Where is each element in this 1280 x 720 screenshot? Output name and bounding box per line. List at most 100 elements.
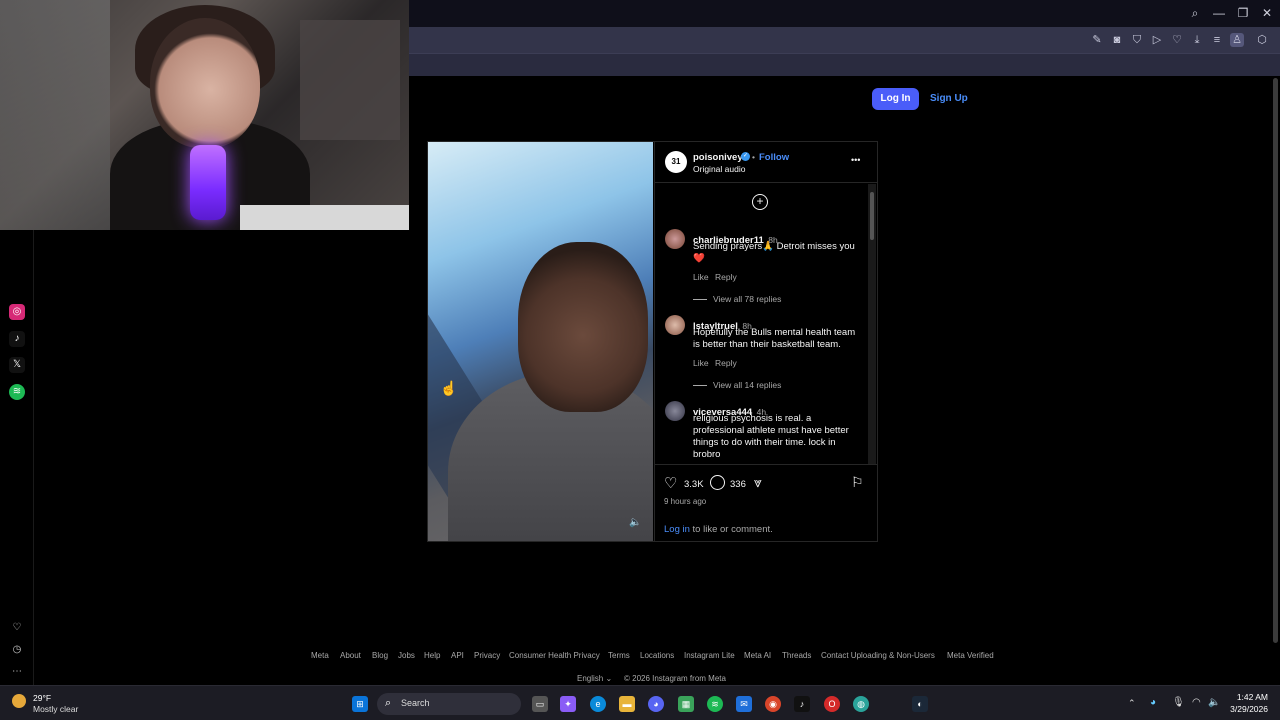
windows-taskbar — [0, 685, 1280, 720]
profile-icon[interactable]: ♙ — [1230, 33, 1244, 47]
globe-icon[interactable]: ◍ — [853, 696, 869, 712]
like-comment-button[interactable]: Like — [693, 358, 709, 368]
share-icon[interactable]: ⩔ — [754, 474, 762, 491]
task-view-icon[interactable]: ▭ — [532, 696, 548, 712]
menu-icon[interactable]: ≡ — [1210, 33, 1224, 47]
more-options-icon[interactable]: ••• — [851, 155, 860, 165]
tray-chevron-icon[interactable]: ⌃ — [1128, 698, 1136, 709]
footer-link[interactable]: Jobs — [398, 651, 415, 660]
follow-button[interactable]: Follow — [759, 152, 789, 163]
comments-scrollbar[interactable] — [868, 184, 876, 464]
footer-link[interactable]: Contact Uploading & Non-Users — [821, 651, 935, 660]
microphone-icon[interactable]: 🎙 — [1172, 697, 1185, 708]
steam-icon[interactable]: ◐ — [912, 696, 928, 712]
login-link[interactable]: Log in — [664, 524, 690, 535]
tiktok-icon[interactable]: ♪ — [9, 331, 25, 347]
footer-link[interactable]: Help — [424, 651, 440, 660]
add-comment-icon[interactable]: + — [752, 194, 768, 210]
restore-button[interactable]: ❐ — [1234, 4, 1252, 22]
footer-link[interactable]: Terms — [608, 651, 630, 660]
poster-avatar[interactable]: 31 — [665, 151, 687, 173]
search-box[interactable]: ⌕ Search — [377, 693, 521, 715]
like-count: 3.3K — [684, 479, 704, 490]
signup-link[interactable]: Sign Up — [930, 93, 968, 104]
footer-link[interactable]: Locations — [640, 651, 674, 660]
comment-avatar[interactable] — [665, 315, 685, 335]
comment-avatar[interactable] — [665, 401, 685, 421]
page-scrollbar[interactable] — [1271, 76, 1280, 685]
comment-text: religious psychosis is real. a professio… — [693, 413, 849, 460]
post-video[interactable] — [428, 142, 653, 541]
footer-link[interactable]: Privacy — [474, 651, 500, 660]
footer-link[interactable]: Threads — [782, 651, 811, 660]
shield-icon[interactable]: ⛉ — [1130, 33, 1144, 47]
microphone-image — [190, 145, 226, 220]
divider — [655, 182, 877, 183]
copilot-icon[interactable]: ✦ — [560, 696, 576, 712]
close-button[interactable]: ✕ — [1258, 4, 1276, 22]
folder-icon[interactable]: ▬ — [619, 696, 635, 712]
reply-button[interactable]: Reply — [715, 272, 737, 282]
heart-icon[interactable]: ♡ — [9, 620, 25, 636]
browser-tabbar — [409, 53, 1280, 76]
footer-link[interactable]: Meta Verified — [947, 651, 994, 660]
poster-username[interactable]: poisonivey — [693, 152, 743, 163]
discord-icon[interactable]: ◕ — [648, 696, 664, 712]
comment-text: Sending prayers🙏 Detroit misses you ❤️ — [693, 241, 855, 264]
footer-link[interactable]: Meta AI — [744, 651, 771, 660]
footer-link[interactable]: Meta — [311, 651, 329, 660]
play-icon[interactable]: ▷ — [1150, 33, 1164, 47]
tiktok-icon[interactable]: ♪ — [794, 696, 810, 712]
edit-icon[interactable]: ✎ — [1090, 33, 1104, 47]
more-icon[interactable]: ⋯ — [9, 664, 25, 680]
search-icon[interactable]: ⌕ — [1186, 4, 1204, 22]
x-icon[interactable]: 𝕏 — [9, 357, 25, 373]
view-replies-button[interactable]: View all 78 replies — [693, 294, 781, 304]
clock-time[interactable]: 1:42 AM — [1226, 692, 1268, 702]
tray-app-icon[interactable]: ◕ — [1150, 697, 1156, 708]
like-icon[interactable]: ♡ — [664, 474, 677, 492]
history-icon[interactable]: ◷ — [9, 642, 25, 658]
clock-date[interactable]: 3/29/2026 — [1226, 704, 1268, 714]
comment-icon[interactable] — [710, 475, 725, 490]
divider — [655, 464, 877, 465]
comment-avatar[interactable] — [665, 229, 685, 249]
weather-temp: 29°F — [33, 693, 52, 703]
store-icon[interactable]: ▦ — [678, 696, 694, 712]
post-time: 9 hours ago — [664, 497, 707, 506]
verified-icon: ✓ — [741, 152, 750, 161]
footer-link[interactable]: Instagram Lite — [684, 651, 735, 660]
download-icon[interactable]: ⤓ — [1190, 33, 1204, 47]
weather-icon[interactable] — [12, 694, 26, 708]
start-icon[interactable]: ⊞ — [352, 696, 368, 712]
opera-icon[interactable]: O — [824, 696, 840, 712]
audio-label[interactable]: Original audio — [693, 164, 745, 174]
language-select[interactable]: English ⌄ — [577, 674, 612, 683]
footer-link[interactable]: Blog — [372, 651, 388, 660]
reply-button[interactable]: Reply — [715, 358, 737, 368]
camera-icon[interactable]: ◙ — [1110, 33, 1124, 47]
view-replies-button[interactable]: View all 14 replies — [693, 380, 781, 390]
footer-link[interactable]: About — [340, 651, 361, 660]
login-button[interactable]: Log In — [872, 88, 919, 110]
edge-icon[interactable]: e — [590, 696, 606, 712]
browser-titlebar — [409, 0, 1280, 27]
footer-link[interactable]: API — [451, 651, 464, 660]
search-label: Search — [401, 698, 430, 708]
volume-icon[interactable]: 🔈 — [1208, 697, 1220, 708]
chrome-icon[interactable]: ◉ — [765, 696, 781, 712]
minimize-button[interactable]: — — [1210, 4, 1228, 22]
spotify-icon[interactable]: ≋ — [9, 384, 25, 400]
volume-icon[interactable]: 🔈 — [629, 517, 641, 528]
comment-text: Hopefully the Bulls mental health team i… — [693, 327, 856, 350]
mail-icon[interactable]: ✉ — [736, 696, 752, 712]
login-prompt: Log in to like or comment. — [664, 524, 773, 535]
spotify-icon[interactable]: ≋ — [707, 696, 723, 712]
wifi-icon[interactable]: ◠ — [1192, 697, 1201, 708]
like-comment-button[interactable]: Like — [693, 272, 709, 282]
save-icon[interactable]: ⚐ — [851, 474, 864, 491]
instagram-icon[interactable]: ◎ — [9, 304, 25, 320]
footer-link[interactable]: Consumer Health Privacy — [509, 651, 600, 660]
heart-icon[interactable]: ♡ — [1170, 33, 1184, 47]
extensions-icon[interactable]: ⬡ — [1255, 33, 1269, 47]
